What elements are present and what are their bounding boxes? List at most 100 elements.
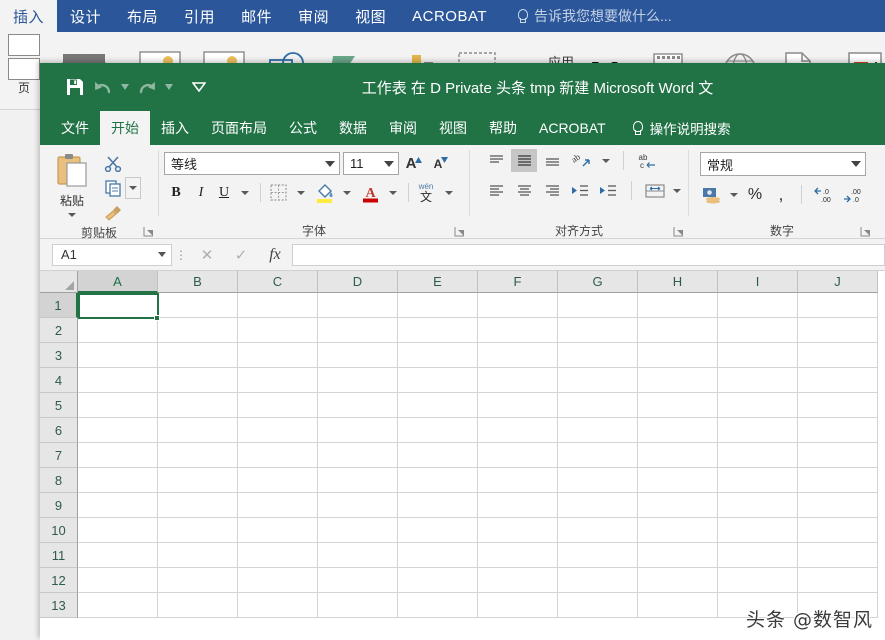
cell-i6[interactable] xyxy=(718,418,798,443)
cell-a5[interactable] xyxy=(78,393,158,418)
cell-j10[interactable] xyxy=(798,518,878,543)
row-header-4[interactable]: 4 xyxy=(40,368,78,393)
cell-j12[interactable] xyxy=(798,568,878,593)
bold-button[interactable]: B xyxy=(164,181,188,204)
row-header-3[interactable]: 3 xyxy=(40,343,78,368)
wrap-text-icon[interactable]: ab c xyxy=(634,149,664,172)
cell-g12[interactable] xyxy=(558,568,638,593)
cell-g4[interactable] xyxy=(558,368,638,393)
word-tell-me-box[interactable]: 告诉我您想要做什么... xyxy=(500,0,682,32)
column-header-a[interactable]: A xyxy=(78,271,158,293)
cell-i12[interactable] xyxy=(718,568,798,593)
cell-j6[interactable] xyxy=(798,418,878,443)
cell-h10[interactable] xyxy=(638,518,718,543)
cell-i5[interactable] xyxy=(718,393,798,418)
align-top-icon[interactable] xyxy=(483,149,509,172)
phonetic-dropdown-icon[interactable] xyxy=(439,181,459,204)
column-header-i[interactable]: I xyxy=(718,271,798,293)
redo-dropdown-icon[interactable] xyxy=(162,76,176,98)
cell-j3[interactable] xyxy=(798,343,878,368)
clipboard-dialog-launcher[interactable] xyxy=(143,226,154,237)
cell-e9[interactable] xyxy=(398,493,478,518)
cell-i11[interactable] xyxy=(718,543,798,568)
cell-g6[interactable] xyxy=(558,418,638,443)
cell-c7[interactable] xyxy=(238,443,318,468)
column-header-j[interactable]: J xyxy=(798,271,878,293)
cell-i8[interactable] xyxy=(718,468,798,493)
word-tab-design[interactable]: 设计 xyxy=(57,0,114,32)
copy-dropdown-icon[interactable] xyxy=(125,177,141,199)
cell-d2[interactable] xyxy=(318,318,398,343)
fill-color-dropdown-icon[interactable] xyxy=(337,181,357,204)
confirm-entry-icon[interactable]: ✓ xyxy=(224,244,258,266)
row-header-2[interactable]: 2 xyxy=(40,318,78,343)
cell-j11[interactable] xyxy=(798,543,878,568)
cell-a1[interactable] xyxy=(78,293,158,318)
cell-g10[interactable] xyxy=(558,518,638,543)
cell-f4[interactable] xyxy=(478,368,558,393)
cell-b2[interactable] xyxy=(158,318,238,343)
row-header-12[interactable]: 12 xyxy=(40,568,78,593)
cell-j7[interactable] xyxy=(798,443,878,468)
column-header-d[interactable]: D xyxy=(318,271,398,293)
tab-data[interactable]: 数据 xyxy=(328,111,378,145)
cell-d11[interactable] xyxy=(318,543,398,568)
cell-b4[interactable] xyxy=(158,368,238,393)
cell-i1[interactable] xyxy=(718,293,798,318)
phonetic-guide-icon[interactable]: wén 文 xyxy=(414,181,438,204)
cut-icon[interactable] xyxy=(101,152,125,174)
row-header-9[interactable]: 9 xyxy=(40,493,78,518)
cell-g5[interactable] xyxy=(558,393,638,418)
cell-h1[interactable] xyxy=(638,293,718,318)
cell-e13[interactable] xyxy=(398,593,478,618)
percent-style-icon[interactable]: % xyxy=(743,183,767,206)
cell-h5[interactable] xyxy=(638,393,718,418)
cell-h11[interactable] xyxy=(638,543,718,568)
row-header-13[interactable]: 13 xyxy=(40,593,78,618)
cell-e6[interactable] xyxy=(398,418,478,443)
cell-c12[interactable] xyxy=(238,568,318,593)
cell-c11[interactable] xyxy=(238,543,318,568)
paste-dropdown-icon[interactable] xyxy=(68,213,76,217)
cell-b13[interactable] xyxy=(158,593,238,618)
borders-icon[interactable] xyxy=(266,181,290,204)
accounting-format-icon[interactable] xyxy=(700,183,724,206)
cell-i3[interactable] xyxy=(718,343,798,368)
cell-e11[interactable] xyxy=(398,543,478,568)
tab-help[interactable]: 帮助 xyxy=(478,111,528,145)
cell-b9[interactable] xyxy=(158,493,238,518)
cell-f11[interactable] xyxy=(478,543,558,568)
word-tab-insert[interactable]: 插入 xyxy=(0,0,57,32)
number-dialog-launcher[interactable] xyxy=(860,226,871,237)
align-left-icon[interactable] xyxy=(483,179,509,202)
cell-b8[interactable] xyxy=(158,468,238,493)
formula-input[interactable] xyxy=(292,244,885,266)
column-header-b[interactable]: B xyxy=(158,271,238,293)
cell-d9[interactable] xyxy=(318,493,398,518)
copy-icon[interactable] xyxy=(101,177,125,199)
orientation-dropdown-icon[interactable] xyxy=(599,149,613,172)
row-header-5[interactable]: 5 xyxy=(40,393,78,418)
cell-d13[interactable] xyxy=(318,593,398,618)
cell-f8[interactable] xyxy=(478,468,558,493)
cell-e4[interactable] xyxy=(398,368,478,393)
align-middle-icon[interactable] xyxy=(511,149,537,172)
column-header-e[interactable]: E xyxy=(398,271,478,293)
undo-icon[interactable] xyxy=(90,74,116,100)
cell-i4[interactable] xyxy=(718,368,798,393)
cell-a13[interactable] xyxy=(78,593,158,618)
borders-dropdown-icon[interactable] xyxy=(291,181,311,204)
word-tab-mailings[interactable]: 邮件 xyxy=(228,0,285,32)
word-tab-references[interactable]: 引用 xyxy=(171,0,228,32)
increase-decimal-icon[interactable]: .0 .00 xyxy=(811,183,837,206)
cell-a3[interactable] xyxy=(78,343,158,368)
cell-b6[interactable] xyxy=(158,418,238,443)
cell-d7[interactable] xyxy=(318,443,398,468)
blank-page-icon[interactable] xyxy=(8,58,40,80)
cell-g8[interactable] xyxy=(558,468,638,493)
cell-b7[interactable] xyxy=(158,443,238,468)
cell-b5[interactable] xyxy=(158,393,238,418)
column-header-h[interactable]: H xyxy=(638,271,718,293)
cancel-entry-icon[interactable]: ✕ xyxy=(190,244,224,266)
cover-page-icon[interactable] xyxy=(8,34,40,56)
